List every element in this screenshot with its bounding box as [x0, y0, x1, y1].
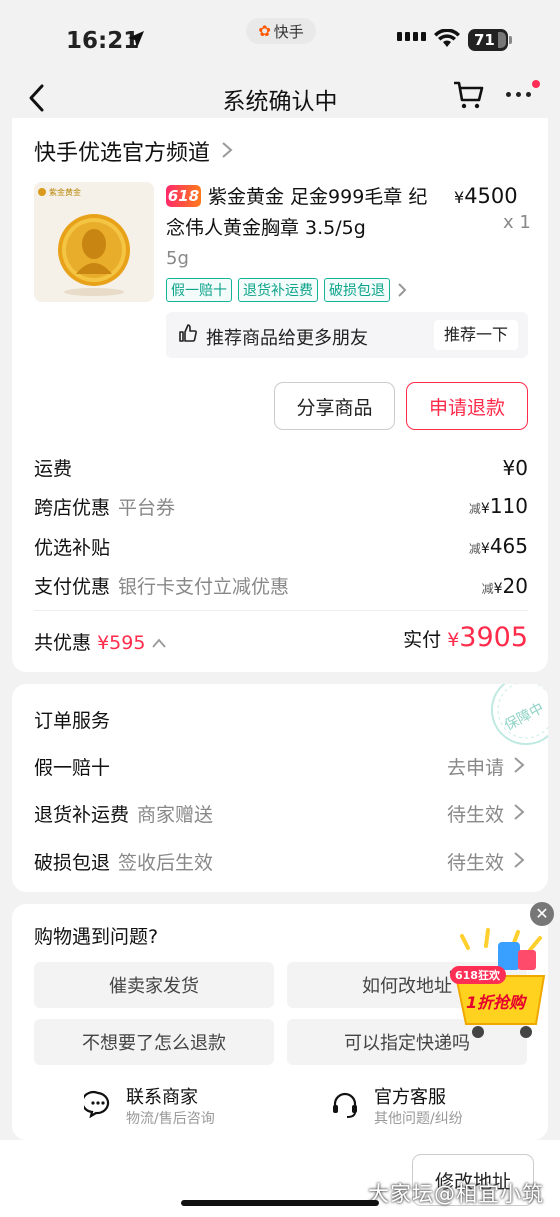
service-tags[interactable]: 假一赔十 退货补运费 破损包退	[166, 278, 408, 302]
tag-fake-compensation: 假一赔十	[166, 278, 232, 302]
notification-dot	[532, 80, 540, 88]
promo-line1: 618狂欢	[455, 968, 501, 982]
yen-symbol: ¥	[480, 501, 490, 517]
recommend-button[interactable]: 推荐一下	[434, 320, 518, 350]
shipping-label: 运费	[34, 458, 73, 480]
service-item-label: 破损包退	[34, 852, 111, 874]
services-title: 订单服务	[34, 710, 111, 732]
shipping-value: ¥0	[502, 456, 528, 480]
thumbs-up-icon	[179, 324, 197, 342]
payment-sub: 银行卡支付立减优惠	[118, 576, 290, 598]
payment-discount-value: 减¥20	[482, 574, 528, 598]
service-item-sub: 签收后生效	[118, 852, 214, 874]
discount-value: ¥595	[97, 632, 146, 654]
payment-label: 支付优惠	[34, 576, 111, 598]
minus-prefix: 减	[468, 502, 481, 516]
price-symbol: ¥	[454, 188, 465, 207]
battery-indicator: 71	[468, 29, 512, 51]
share-product-button[interactable]: 分享商品	[274, 382, 395, 430]
service-item-value[interactable]: 待生效	[447, 848, 504, 875]
product-price: ¥4500	[454, 184, 518, 208]
discount-label: 共优惠	[34, 632, 92, 654]
cross-store-sub: 平台券	[118, 497, 176, 519]
gold-medal-image: 紫金黄金	[34, 182, 154, 302]
subsidy-label: 优选补贴	[34, 537, 111, 559]
minus-prefix: 减	[468, 542, 481, 556]
kuaishou-logo-icon: ✿	[258, 22, 271, 40]
product-thumbnail[interactable]: 紫金黄金	[34, 182, 154, 302]
product-title[interactable]: 紫金黄金 足金999毛章 纪念伟人黄金胸章 3.5/5g	[166, 182, 442, 244]
contact-seller-label[interactable]: 联系商家	[126, 1083, 198, 1109]
chevron-right-icon[interactable]	[512, 851, 526, 869]
stamp-text: 保障中	[502, 700, 547, 734]
close-promo-icon[interactable]: ✕	[530, 902, 554, 926]
wifi-icon	[434, 29, 460, 47]
service-item-label: 退货补运费	[34, 804, 130, 826]
service-item-value[interactable]: 待生效	[447, 800, 504, 827]
service-item-return-shipping: 退货补运费 商家赠送	[34, 800, 213, 827]
promo-line2: 1折抢购	[466, 993, 528, 1012]
chevron-right-icon	[398, 283, 407, 297]
request-refund-button[interactable]: 申请退款	[406, 382, 528, 430]
contact-seller-sub: 物流/售后咨询	[126, 1111, 215, 1127]
chat-bubble-icon[interactable]	[84, 1090, 112, 1118]
recommend-text: 推荐商品给更多朋友	[206, 328, 368, 349]
paid-value: 3905	[459, 622, 528, 653]
price-value: 4500	[464, 184, 518, 208]
cross-store-discount-value: 减¥110	[469, 494, 528, 518]
service-item-label: 假一赔十	[34, 757, 111, 779]
chevron-right-icon[interactable]	[220, 141, 234, 159]
cart-icon[interactable]	[452, 80, 484, 110]
chevron-right-icon[interactable]	[512, 756, 526, 774]
app-name: 快手	[273, 22, 304, 41]
service-item-sub: 商家赠送	[137, 804, 214, 826]
headset-icon[interactable]	[330, 1090, 360, 1120]
more-options-icon[interactable]	[506, 92, 531, 97]
product-spec: 5g	[166, 248, 189, 269]
yen-symbol: ¥	[480, 541, 490, 557]
service-item-damage-return: 破损包退 签收后生效	[34, 848, 213, 875]
cross-store-label: 跨店优惠	[34, 497, 111, 519]
protection-stamp: 保障中	[482, 684, 548, 748]
urge-shipping-button[interactable]: 催卖家发货	[34, 962, 274, 1008]
home-indicator[interactable]	[181, 1200, 379, 1206]
yen-symbol: ¥	[493, 581, 503, 597]
service-item-value[interactable]: 去申请	[447, 753, 504, 780]
watermark-text: 大家坛@相宜小筑	[368, 1182, 544, 1206]
help-title: 购物遇到问题?	[34, 926, 159, 948]
divider	[34, 610, 528, 611]
location-arrow-icon	[128, 31, 144, 48]
payment-discount-label: 支付优惠 银行卡支付立减优惠	[34, 572, 289, 599]
paid-yen: ¥	[447, 629, 460, 651]
product-quantity: x 1	[503, 212, 531, 233]
customer-service-sub: 其他问题/纠纷	[374, 1111, 463, 1127]
app-indicator[interactable]: ✿ 快手	[246, 18, 316, 44]
tag-damage-return: 破损包退	[324, 278, 390, 302]
amount: 110	[489, 494, 528, 518]
minus-prefix: 减	[481, 582, 494, 596]
refund-question-button[interactable]: 不想要了怎么退款	[34, 1019, 274, 1065]
amount: 20	[502, 574, 528, 598]
total-discount[interactable]: 共优惠 ¥595	[34, 628, 167, 655]
cellular-signal-icon	[397, 32, 426, 41]
customer-service-label[interactable]: 官方客服	[374, 1083, 446, 1109]
chevron-right-icon[interactable]	[512, 803, 526, 821]
amount: 465	[489, 534, 528, 558]
tag-return-shipping: 退货补运费	[238, 278, 318, 302]
paid-label: 实付	[403, 629, 442, 651]
amount-paid: 实付 ¥3905	[403, 622, 528, 653]
promo-618-cart-banner[interactable]: 618狂欢 1折抢购	[448, 928, 556, 1040]
subsidy-value: 减¥465	[469, 534, 528, 558]
promo-618-badge: 618	[166, 185, 201, 207]
battery-level: 71	[474, 31, 495, 49]
cross-store-discount-label: 跨店优惠 平台券	[34, 493, 175, 520]
thumb-brand-text: 紫金黄金	[49, 187, 81, 197]
chevron-up-icon	[152, 638, 167, 648]
store-name[interactable]: 快手优选官方频道	[34, 135, 210, 167]
